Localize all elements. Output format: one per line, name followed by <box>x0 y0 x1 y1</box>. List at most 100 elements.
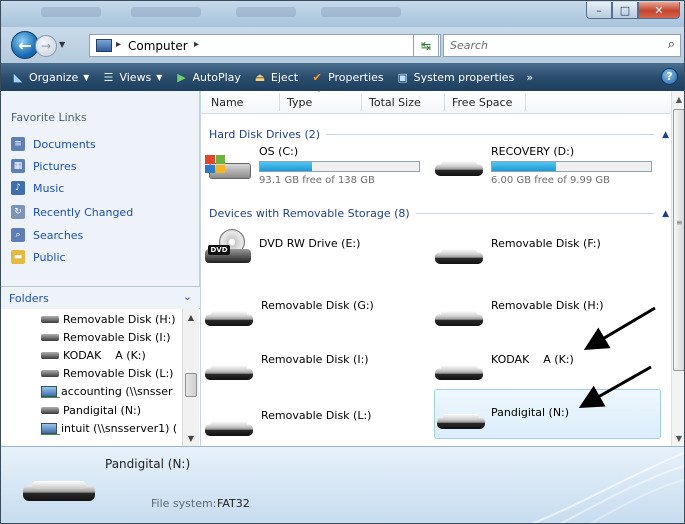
selected-drive-icon <box>23 481 95 505</box>
tree-item-label: Pandigital (N:) <box>63 404 142 417</box>
scroll-up-icon[interactable]: ▲ <box>672 91 684 107</box>
drive-name: Removable Disk (H:) <box>491 299 604 312</box>
drive-tile-c[interactable]: OS (C:) 93.1 GB free of 138 GB <box>203 143 428 193</box>
system-properties-button[interactable]: ▣ System properties <box>396 70 514 84</box>
group-header-hdd[interactable]: Hard Disk Drives (2) ▲ <box>209 128 669 141</box>
favorite-recently-changed[interactable]: ↻ Recently Changed <box>11 205 133 219</box>
column-type[interactable]: Type <box>287 96 312 109</box>
breadcrumb-computer[interactable]: Computer <box>128 39 188 53</box>
content-scrollbar[interactable]: ▲ ≡ ▼ <box>671 91 684 446</box>
favorite-pictures[interactable]: ▦ Pictures <box>11 159 77 173</box>
recent-pages-dropdown[interactable]: ▼ <box>59 40 65 49</box>
scroll-grip-icon: ≡ <box>676 218 683 227</box>
network-drive-icon <box>41 386 60 398</box>
explorer-window: – □ ✕ ← → ▼ ▸ Computer ▸ ▼ ↹ Search ⌕ ◣ … <box>0 0 685 524</box>
computer-icon <box>96 39 112 52</box>
autoplay-icon: ▶ <box>177 70 186 84</box>
drive-tile-d[interactable]: RECOVERY (D:) 6.00 GB free of 9.99 GB <box>435 143 660 193</box>
scroll-down-icon[interactable]: ▼ <box>183 430 199 446</box>
removable-disk-icon <box>205 365 253 383</box>
favorite-label: Public <box>33 250 66 264</box>
search-input[interactable]: Search ⌕ <box>443 34 681 57</box>
tree-item[interactable]: Removable Disk (H:) <box>41 313 179 326</box>
collapse-chevron-icon[interactable]: ▲ <box>662 209 669 219</box>
autoplay-button[interactable]: ▶ AutoPlay <box>174 70 241 84</box>
favorite-documents[interactable]: ≡ Documents <box>11 137 96 151</box>
favorite-label: Searches <box>33 228 84 242</box>
minimize-icon: – <box>596 3 602 17</box>
tree-item[interactable]: intuit (\\snsserver1) ( <box>41 422 179 435</box>
favorite-public[interactable]: ▬ Public <box>11 250 66 264</box>
minimize-button[interactable]: – <box>586 2 612 19</box>
column-total-size[interactable]: Total Size <box>369 96 421 109</box>
column-free-space[interactable]: Free Space <box>452 96 512 109</box>
forward-button[interactable]: → <box>35 35 57 57</box>
views-button[interactable]: ☰ Views ▼ <box>101 70 163 84</box>
properties-button[interactable]: ✔ Properties <box>310 70 384 84</box>
windows-drive-icon <box>205 153 253 183</box>
removable-disk-icon <box>41 316 59 323</box>
folder-tree-scrollbar[interactable]: ▲ ▼ <box>182 309 199 446</box>
column-name[interactable]: Name <box>211 96 243 109</box>
scroll-down-icon[interactable]: ▼ <box>672 430 684 446</box>
windows-logo-icon <box>205 155 225 173</box>
details-title: Pandigital (N:) <box>105 457 191 471</box>
favorite-music[interactable]: ♪ Music <box>11 181 64 195</box>
breadcrumb-separator-icon[interactable]: ▸ <box>116 39 121 50</box>
drive-tile-k[interactable]: KODAK A (K:) <box>435 341 660 391</box>
tree-item[interactable]: Removable Disk (I:) <box>41 331 179 344</box>
eject-button[interactable]: ⏏ Eject <box>253 70 298 84</box>
favorite-searches[interactable]: ⌕ Searches <box>11 228 83 242</box>
drive-tile-g[interactable]: Removable Disk (G:) <box>205 287 430 337</box>
column-divider[interactable] <box>361 93 362 111</box>
group-header-removable[interactable]: Devices with Removable Storage (8) ▲ <box>209 207 669 220</box>
capacity-bar <box>491 161 652 172</box>
scroll-thumb[interactable] <box>185 373 197 397</box>
drive-name: Removable Disk (L:) <box>261 409 372 422</box>
help-button[interactable]: ? <box>661 68 678 85</box>
file-system-value: FAT32 <box>217 497 250 510</box>
removable-disk-icon <box>41 407 59 414</box>
scroll-thumb[interactable] <box>673 109 684 371</box>
tree-item[interactable]: Pandigital (N:) <box>41 404 179 417</box>
organize-button[interactable]: ◣ Organize ▼ <box>11 70 90 84</box>
tree-item[interactable]: Removable Disk (L:) <box>41 367 179 380</box>
autoplay-label: AutoPlay <box>192 70 241 84</box>
drive-name: Removable Disk (G:) <box>261 299 374 312</box>
favorite-label: Pictures <box>33 159 77 173</box>
content-pane: Name Type ˆ Total Size Free Space Hard D… <box>201 90 684 447</box>
search-icon[interactable]: ⌕ <box>668 37 675 52</box>
capacity-bar <box>259 161 420 172</box>
column-divider[interactable] <box>279 93 280 111</box>
drive-tile-l[interactable]: Removable Disk (L:) <box>205 397 430 447</box>
more-commands-button[interactable]: » <box>526 71 533 84</box>
refresh-button[interactable]: ↹ <box>413 34 439 57</box>
collapse-chevron-icon[interactable]: ▲ <box>662 130 669 140</box>
drive-name: OS (C:) <box>259 145 299 158</box>
close-button[interactable]: ✕ <box>638 2 680 19</box>
drive-tile-f[interactable]: Removable Disk (F:) <box>435 225 660 275</box>
tree-item[interactable]: accounting (\\snsser <box>41 385 179 398</box>
forward-arrow-icon: → <box>40 39 52 53</box>
hard-disk-icon <box>435 161 483 179</box>
drive-tile-e[interactable]: DVD DVD RW Drive (E:) <box>203 225 428 275</box>
address-bar[interactable]: ▸ Computer ▸ ▼ <box>89 34 441 57</box>
maximize-button[interactable]: □ <box>612 2 638 19</box>
drive-tile-n-selected[interactable]: Pandigital (N:) <box>434 389 661 439</box>
column-divider[interactable] <box>525 93 526 111</box>
scroll-up-icon[interactable]: ▲ <box>183 309 199 325</box>
breadcrumb-separator-icon[interactable]: ▸ <box>194 39 199 50</box>
column-divider[interactable] <box>444 93 445 111</box>
organize-label: Organize <box>29 70 79 84</box>
help-icon: ? <box>666 70 673 83</box>
properties-label: Properties <box>328 70 384 84</box>
free-space-text: 93.1 GB free of 138 GB <box>259 175 375 186</box>
close-icon: ✕ <box>654 3 664 17</box>
eject-label: Eject <box>270 70 299 84</box>
folders-header[interactable]: Folders ⌄ <box>1 286 200 308</box>
tree-item[interactable]: KODAK A (K:) <box>41 349 179 362</box>
drive-tile-i[interactable]: Removable Disk (I:) <box>205 341 430 391</box>
checkmark-icon: ✔ <box>312 70 322 84</box>
dvd-drive-icon: DVD <box>205 229 253 267</box>
drive-tile-h[interactable]: Removable Disk (H:) <box>435 287 660 337</box>
